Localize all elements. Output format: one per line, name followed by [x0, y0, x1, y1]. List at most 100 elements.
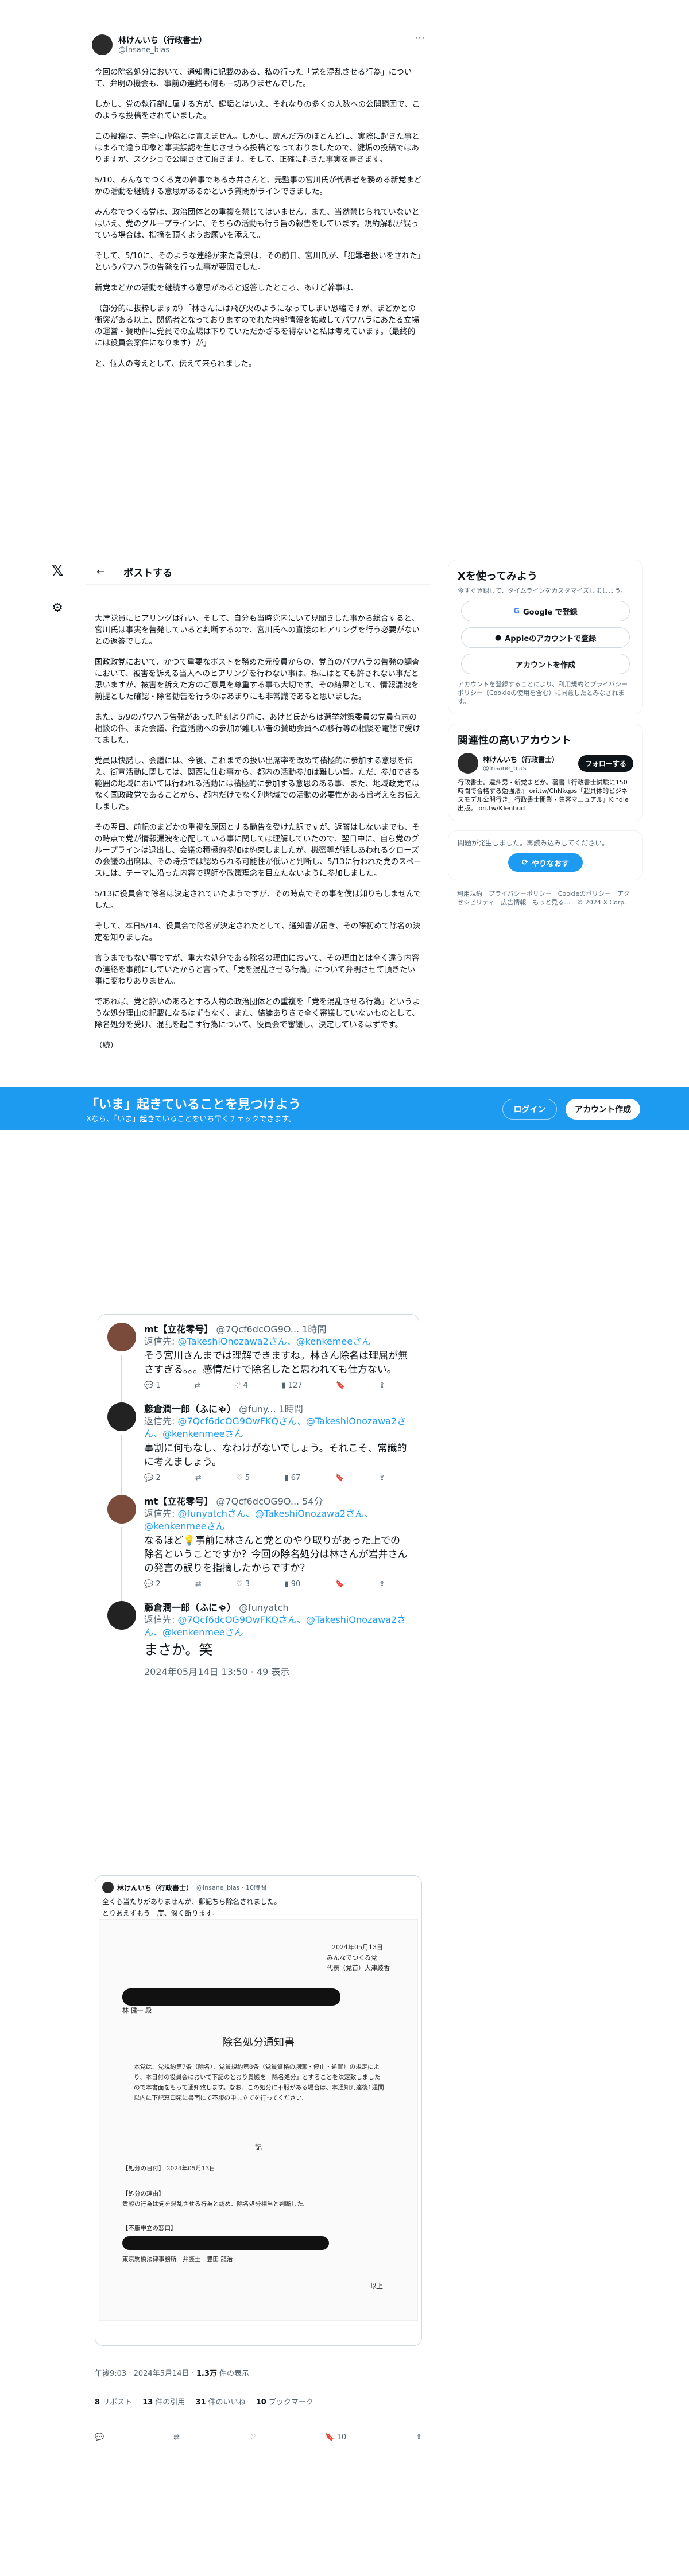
post-header: ← ポストする — [86, 560, 431, 585]
quoted-tweet[interactable]: 林けんいち（行政書士） @Insane_bias · 10時間 全く心当たりがあ… — [95, 1875, 422, 2346]
settings-icon[interactable]: ⚙ — [46, 596, 69, 619]
follow-button[interactable]: フォローする — [578, 755, 633, 772]
apple-signup-button[interactable]: ● Appleのアカウントで登録 — [461, 627, 630, 648]
reply-to: 返信先: @7Qcf6dcOG9OwFKQさん、@TakeshiOnozawa2… — [144, 1614, 407, 1638]
reply-icon[interactable]: 💬 2 — [144, 1580, 161, 1588]
related-desc: 行政書士。遺州男・新党まどか。著書『行政書士試験に150時間で合格する勉強法』 … — [458, 779, 629, 812]
like-icon[interactable]: ♡ 3 — [236, 1580, 250, 1588]
thread-line — [121, 1435, 122, 1495]
reply-tweet[interactable]: mt【立花零号】 @7Qcf6dcOG9O... 54分 返信先: @funyat… — [98, 1487, 419, 1601]
tweet-action-bar: 💬 ⇄ ♡ 🔖 10 ⇪ — [95, 2433, 422, 2442]
doc-date: 2024年05月13日 — [332, 1944, 383, 1951]
terms-text: アカウントを登録することにより、利用規約とプライバシーポリシー（Cookieの使… — [458, 681, 628, 705]
reply-header: 藤倉潤一郎（ふにゃ） @funy... 1時間 — [144, 1404, 303, 1415]
reply-to: 返信先: @TakeshiOnozawa2さん、@kenkemeeさん — [144, 1336, 371, 1347]
tweet-paragraph: 5/10、みんなでつくる党の幹事である赤井さんと、元監事の宮川氏が代表者を務める… — [95, 176, 422, 196]
signup-button[interactable]: アカウント作成 — [566, 1099, 640, 1120]
google-icon: G — [513, 607, 520, 616]
doc-org: みんなでつくる党 — [327, 1954, 377, 1961]
tweet-timestamp[interactable]: 午後9:03 · 2024年5月14日 · 1.3万 件の表示 — [95, 2367, 249, 2378]
bookmark-icon[interactable]: 🔖 — [335, 1580, 344, 1588]
retry-button[interactable]: ⟳ やりなおす — [508, 853, 583, 872]
retweet-icon[interactable]: ⇄ — [194, 1381, 200, 1390]
doc-line-4: 【不服申立の窓口】 — [122, 2225, 177, 2232]
share-icon[interactable]: ⇪ — [379, 1381, 385, 1390]
signup-sub: 今すぐ登録して、タイムラインをカスタマイズしましょう。 — [458, 587, 627, 595]
views-icon[interactable]: ▮ 90 — [284, 1580, 300, 1588]
redaction-bar-2 — [122, 2236, 329, 2250]
tweet-author: 林けんいち（行政書士） @Insane_bias ⋯ — [92, 32, 425, 67]
related-account[interactable]: 林けんいち（行政書士） @Insane_bias フォローする — [458, 753, 633, 774]
author-avatar[interactable] — [92, 34, 113, 55]
tweet-paragraph: また、5/9のパワハラ告発があった時刻より前に、あけど氏からは選挙対策委員の党員… — [95, 713, 420, 745]
reply-text: 事割に何もなし、なわけがないでしょう。それこそ、常識的に考えましょう。 — [144, 1443, 407, 1468]
reply-avatar[interactable] — [107, 1601, 136, 1630]
refresh-icon: ⟳ — [522, 858, 528, 867]
stat-item[interactable]: 31 件のいいね — [195, 2396, 245, 2407]
notice-document-image[interactable]: 2024年05月13日 みんなでつくる党 代表（党首）大津綾香 林 健一 殿 除… — [99, 1919, 418, 2321]
reply-tweet[interactable]: 藤倉潤一郎（ふにゃ） @funyatch 返信先: @7Qcf6dcOG9OwF… — [98, 1593, 419, 1683]
stat-item[interactable]: 8 リポスト — [95, 2396, 132, 2407]
reply-icon[interactable]: 💬 2 — [144, 1474, 161, 1482]
reply-header: mt【立花零号】 @7Qcf6dcOG9O... 1時間 — [144, 1324, 327, 1335]
tweet-paragraph: しかし、党の執行部に属する方が、鍵垢とはいえ、それなりの多くの人数への公開範囲で… — [95, 100, 420, 121]
doc-line-1: 【処分の日付】 2024年05月13日 — [122, 2165, 215, 2172]
share-icon[interactable]: ⇪ — [379, 1580, 385, 1588]
create-account-button[interactable]: アカウントを作成 — [461, 654, 630, 674]
reply-tweet[interactable]: 藤倉潤一郎（ふにゃ） @funy... 1時間 返信先: @7Qcf6dcOG9O… — [98, 1394, 419, 1495]
related-title: 関連性の高いアカウント — [458, 735, 571, 747]
reply-avatar[interactable] — [107, 1495, 136, 1524]
tweet-paragraph: 新党まどかの活動を継続する意思があると返答したところ、あけど幹事は、 — [95, 283, 358, 293]
doc-line-5: 東京駒橋法律事務所 弁護士 豊田 龍治 — [122, 2256, 233, 2263]
more-icon[interactable]: ⋯ — [415, 32, 425, 44]
google-signup-button[interactable]: G Google で登録 — [461, 601, 630, 621]
reply-avatar[interactable] — [107, 1323, 136, 1351]
tweet-paragraph: （部分的に抜粋しますが）「林さんには飛び火のようになってしまい恐縮ですが、まどか… — [95, 304, 419, 348]
share-icon[interactable]: ⇪ — [379, 1474, 385, 1482]
like-icon[interactable]: ♡ 5 — [236, 1474, 250, 1482]
quoted-reply-thread[interactable]: mt【立花零号】 @7Qcf6dcOG9O... 1時間 返信先: @Takesh… — [98, 1314, 419, 1888]
tweet-paragraph: 言うまでもない事ですが、重大な処分である除名の理由において、その理由とは全く違う… — [95, 954, 420, 986]
sidebar-footer[interactable]: 利用規約 プライバシーポリシー Cookieのポリシー アクセシビリティ 広告情… — [448, 889, 643, 907]
bookmark-icon[interactable]: 🔖 — [335, 1474, 344, 1482]
retweet-icon[interactable]: ⇄ — [195, 1474, 202, 1482]
quoted-text-2: とりあえずもう一度、深く断ります。 — [102, 1909, 219, 1917]
tweet-paragraph: 国政政党において、かつて重要なポストを務めた元役員からの、党首のパワハラの告発の… — [95, 658, 420, 701]
retweet-icon[interactable]: ⇄ — [195, 1580, 202, 1588]
tweet-text-part1: 今回の除名処分において、通知書に記載のある、私の行った「党を混乱させる行為」につ… — [95, 67, 422, 379]
bottom-signup-banner: 「いま」起きていることを見つけよう Xなら、「いま」起きていることをいち早くチェ… — [0, 1087, 689, 1130]
related-avatar — [458, 753, 478, 774]
views-icon[interactable]: ▮ 127 — [281, 1381, 302, 1390]
back-arrow-icon[interactable]: ← — [96, 566, 105, 578]
tweet-paragraph: 今回の除名処分において、通知書に記載のある、私の行った「党を混乱させる行為」につ… — [95, 68, 412, 88]
reply-text: そう宮川さんまでは理解できますね。林さん除名は理屈が無さすぎる。。。感情だけで除… — [144, 1350, 408, 1376]
views-icon[interactable]: ▮ 67 — [284, 1474, 300, 1482]
like-icon[interactable]: ♡ — [249, 2433, 256, 2442]
like-icon[interactable]: ♡ 4 — [234, 1381, 248, 1390]
tweet-paragraph: そして、5/10に、そのような連絡が来た背景は、その前日、宮川氏が、「犯罪者扱い… — [95, 251, 421, 272]
reply-avatar[interactable] — [107, 1402, 136, 1431]
left-rail: 𝕏 ⚙ — [46, 560, 73, 633]
author-name[interactable]: 林けんいち（行政書士） — [118, 34, 207, 46]
reply-icon[interactable]: 💬 1 — [144, 1381, 161, 1390]
share-icon[interactable]: ⇪ — [416, 2433, 422, 2442]
apple-icon: ● — [494, 633, 502, 642]
bookmark-icon[interactable]: 🔖 — [336, 1381, 345, 1390]
stat-item[interactable]: 10 ブックマーク — [256, 2396, 313, 2407]
related-accounts-panel: 関連性の高いアカウント 林けんいち（行政書士） @Insane_bias フォロ… — [448, 724, 643, 821]
x-logo-icon[interactable]: 𝕏 — [46, 560, 69, 582]
tweet-paragraph: 5/13に役員会で除名は決定されていたようですが、その時点でその事を僕は知りもし… — [95, 889, 421, 910]
retweet-icon[interactable]: ⇄ — [173, 2433, 180, 2442]
stat-item[interactable]: 13 件の引用 — [142, 2396, 185, 2407]
reply-icon[interactable]: 💬 — [95, 2433, 104, 2442]
author-handle[interactable]: @Insane_bias — [118, 46, 169, 55]
bookmark-icon[interactable]: 🔖 10 — [325, 2433, 346, 2442]
doc-ijo: 以上 — [370, 2282, 383, 2290]
signup-title: Xを使ってみよう — [458, 570, 537, 582]
reply-text: まさか。笑 — [144, 1642, 213, 1658]
login-button[interactable]: ログイン — [502, 1099, 557, 1120]
banner-title: 「いま」起きていることを見つけよう — [86, 1098, 301, 1112]
quoted-text: 全く心当たりがありませんが、郵記ちら除名されました。 — [102, 1898, 281, 1906]
reply-tweet[interactable]: mt【立花零号】 @7Qcf6dcOG9O... 1時間 返信先: @Takesh… — [98, 1315, 419, 1402]
reply-to: 返信先: @funyatchさん、@TakeshiOnozawa2さん、@ken… — [144, 1508, 374, 1532]
